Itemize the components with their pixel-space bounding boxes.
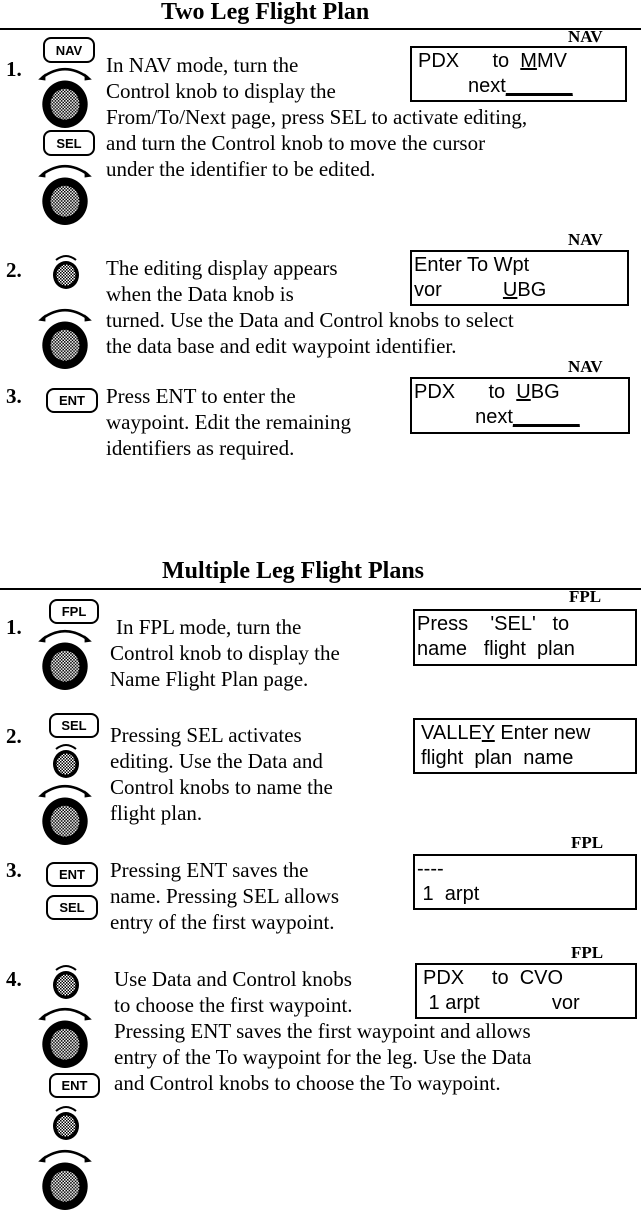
step-text: Press ENT to enter the xyxy=(106,384,296,408)
lcd-cursor: U xyxy=(502,279,518,301)
lcd-display: PDX to CVO 1 arpt vor xyxy=(415,963,637,1019)
ent-button-icon: ENT xyxy=(46,862,98,887)
step-number: 3. xyxy=(6,384,22,408)
mode-label: NAV xyxy=(568,27,603,46)
control-knob-icon xyxy=(36,304,94,370)
step-text: turned. Use the Data and Control knobs t… xyxy=(106,308,514,332)
section-divider xyxy=(0,588,641,590)
lcd-next-label: next xyxy=(468,75,506,97)
lcd-to-word: to xyxy=(488,381,506,403)
control-knob-icon xyxy=(36,1145,94,1211)
lcd-line2: flight plan name xyxy=(421,747,574,769)
sel-button-icon: SEL xyxy=(49,713,99,738)
control-knob-icon xyxy=(36,780,94,846)
lcd-display: PDX to MMV next______ xyxy=(410,46,627,102)
lcd-line2: 1 arpt vor xyxy=(423,992,580,1014)
data-knob-icon xyxy=(51,961,81,1001)
lcd-display: PDX to UBG next______ xyxy=(410,377,630,434)
ent-button-icon: ENT xyxy=(46,388,98,413)
section-title-multiple-leg: Multiple Leg Flight Plans xyxy=(162,558,425,584)
step-number: 2. xyxy=(6,258,22,282)
step-text: Use Data and Control knobs xyxy=(114,967,352,991)
step-number: 1. xyxy=(6,57,22,81)
lcd-prompt: Enter new xyxy=(494,722,591,744)
control-knob-icon xyxy=(36,625,94,691)
lcd-line1: Press 'SEL' to xyxy=(417,613,570,635)
lcd-line2: name flight plan xyxy=(417,638,575,660)
step-text: and Control knobs to choose the To waypo… xyxy=(114,1071,501,1095)
lcd-name: VALLE xyxy=(421,722,482,744)
step-text: Control knob to display the xyxy=(110,641,340,665)
section-divider xyxy=(0,28,641,30)
lcd-to: MV xyxy=(536,50,567,72)
lcd-next-blank: ______ xyxy=(512,406,580,428)
lcd-to-word: to xyxy=(492,50,510,72)
mode-label: FPL xyxy=(569,587,602,606)
step-text: Name Flight Plan page. xyxy=(110,667,309,691)
step-text: name. Pressing SEL allows xyxy=(110,884,340,908)
step-text: identifiers as required. xyxy=(106,436,295,460)
lcd-display: VALLEY Enter new flight plan name xyxy=(413,718,637,774)
lcd-cursor: M xyxy=(520,50,537,72)
step-text: Control knob to display the xyxy=(106,79,336,103)
mode-label: FPL xyxy=(571,943,604,962)
mode-label: FPL xyxy=(571,833,604,852)
step-text: and turn the Control knob to move the cu… xyxy=(106,131,486,155)
step-text: entry of the To waypoint for the leg. Us… xyxy=(114,1045,532,1069)
lcd-display: ---- 1 arpt xyxy=(413,854,637,910)
data-knob-icon xyxy=(51,740,81,780)
lcd-line1: PDX to CVO xyxy=(423,967,564,989)
step-text: editing. Use the Data and xyxy=(110,749,323,773)
lcd-database: vor xyxy=(414,279,442,301)
data-knob-icon xyxy=(51,1102,81,1142)
step-number: 4. xyxy=(6,967,22,991)
control-knob-icon xyxy=(36,160,94,226)
lcd-display: Enter To Wpt vor UBG xyxy=(410,250,629,306)
lcd-cursor: U xyxy=(516,381,531,403)
sel-button-icon: SEL xyxy=(43,130,95,156)
control-knob-icon xyxy=(36,1003,94,1069)
lcd-next-blank: ______ xyxy=(505,75,573,97)
step-text: when the Data knob is xyxy=(106,282,294,306)
step-number: 2. xyxy=(6,724,22,748)
step-text: In NAV mode, turn the xyxy=(106,53,299,77)
lcd-to: BG xyxy=(530,381,560,403)
step-text: Control knobs to name the xyxy=(110,775,333,799)
lcd-line1: Enter To Wpt xyxy=(414,254,530,276)
nav-button-icon: NAV xyxy=(43,37,95,63)
control-knob-icon xyxy=(36,63,94,129)
step-number: 3. xyxy=(6,858,22,882)
step-text: to choose the first waypoint. xyxy=(114,993,353,1017)
step-number: 1. xyxy=(6,615,22,639)
lcd-next-label: next xyxy=(475,406,513,428)
lcd-from: PDX xyxy=(414,381,456,403)
step-text: The editing display appears xyxy=(106,256,338,280)
section-title-two-leg: Two Leg Flight Plan xyxy=(161,0,370,25)
step-text: Pressing ENT saves the first waypoint an… xyxy=(114,1019,531,1043)
sel-button-icon: SEL xyxy=(46,895,98,920)
step-text: Pressing SEL activates xyxy=(110,723,302,747)
lcd-from: PDX xyxy=(418,50,460,72)
step-text: Pressing ENT saves the xyxy=(110,858,309,882)
lcd-ident: BG xyxy=(517,279,547,301)
fpl-button-icon: FPL xyxy=(49,599,99,624)
lcd-line2: 1 arpt xyxy=(417,883,480,905)
data-knob-icon xyxy=(51,251,81,291)
step-text: From/To/Next page, press SEL to activate… xyxy=(106,105,528,129)
lcd-line1: ---- xyxy=(417,858,444,880)
ent-button-icon: ENT xyxy=(49,1073,100,1098)
mode-label: NAV xyxy=(568,357,603,376)
lcd-cursor: Y xyxy=(481,722,495,744)
mode-label: NAV xyxy=(568,230,603,249)
step-text: In FPL mode, turn the xyxy=(116,615,302,639)
step-text: flight plan. xyxy=(110,801,203,825)
step-text: entry of the first waypoint. xyxy=(110,910,335,934)
step-text: under the identifier to be edited. xyxy=(106,157,376,181)
step-text: waypoint. Edit the remaining xyxy=(106,410,351,434)
step-text: the data base and edit waypoint identifi… xyxy=(106,334,457,358)
lcd-display: Press 'SEL' to name flight plan xyxy=(413,609,637,666)
